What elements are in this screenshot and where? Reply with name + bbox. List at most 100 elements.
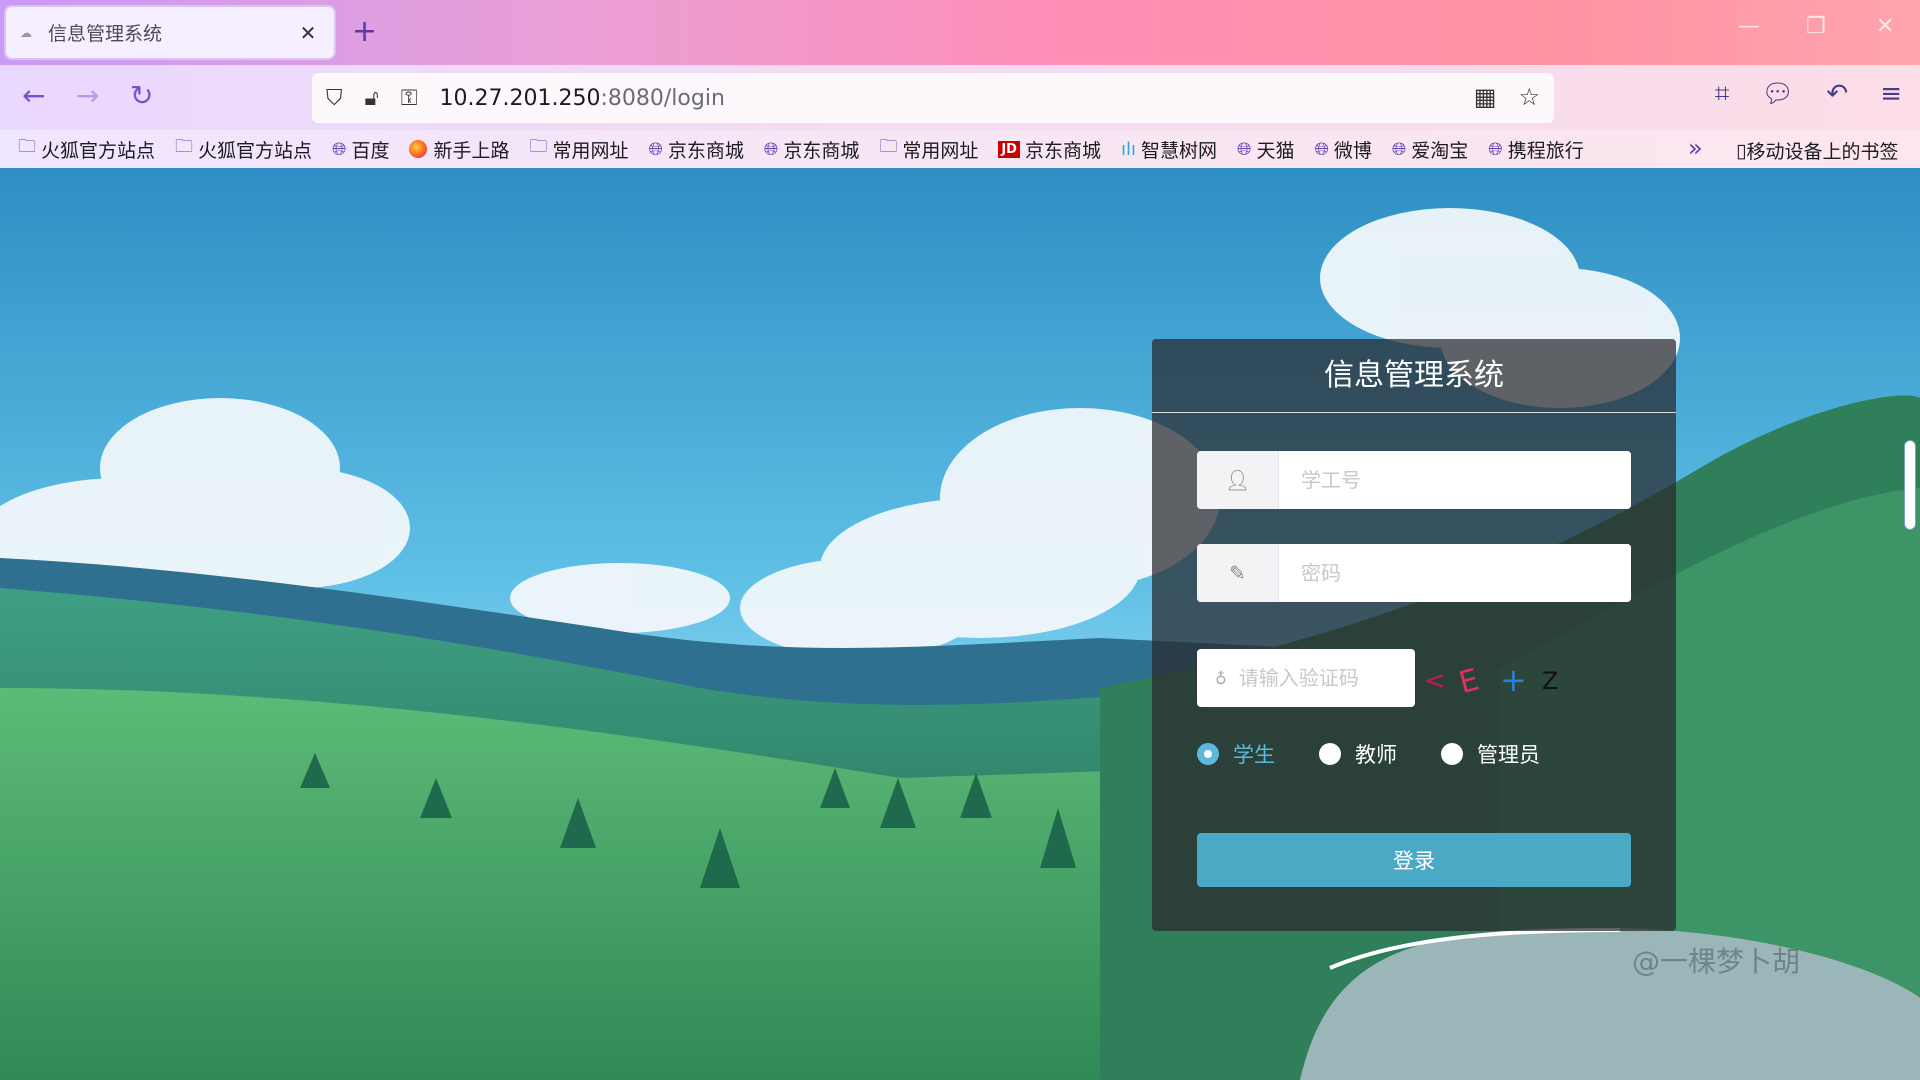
bookmark-item[interactable]: 🗀 常用网址 — [879, 134, 978, 164]
bookmark-item[interactable]: 🌐︎ 京东商城 — [648, 136, 743, 163]
captcha-char: Z — [1542, 667, 1558, 695]
browser-tab-active[interactable]: ☁ 信息管理系统 ✕ — [4, 5, 336, 60]
folder-icon: 🗀 — [175, 136, 194, 157]
bookmark-item[interactable]: 🌐︎ 爱淘宝 — [1392, 136, 1468, 163]
url-text[interactable]: 10.27.201.250:8080/login — [440, 86, 725, 111]
bookmark-item[interactable]: 🗀 火狐官方站点 — [175, 134, 312, 164]
captcha-char: + — [1500, 661, 1527, 699]
tab-title: 信息管理系统 — [48, 23, 163, 45]
bookmark-label: 京东商城 — [783, 139, 860, 162]
restore-icon[interactable]: ❐ — [1806, 14, 1826, 39]
bookmark-item[interactable]: 新手上路 — [409, 136, 509, 163]
url-path: :8080/login — [600, 85, 725, 111]
window-close-icon[interactable]: ✕ — [1876, 14, 1894, 39]
role-radio-admin[interactable]: 管理员 — [1441, 739, 1540, 769]
screenshot-crop-icon[interactable]: ⌗ — [1715, 79, 1730, 110]
zhihuishu-icon: ılı — [1121, 138, 1137, 160]
radio-dot[interactable] — [1441, 743, 1463, 765]
globe-icon: 🌐︎ — [1237, 138, 1252, 160]
user-icon: 👤︎ — [1197, 451, 1279, 509]
password-input[interactable] — [1279, 544, 1631, 602]
undo-arrow-icon[interactable]: ↶ — [1826, 79, 1848, 110]
bookmark-item[interactable]: 🌐︎ 天猫 — [1237, 136, 1294, 163]
radio-dot[interactable] — [1197, 743, 1219, 765]
login-button[interactable]: 登录 — [1197, 833, 1631, 887]
role-label: 教师 — [1355, 743, 1397, 767]
browser-navbar: ← → ↻ ⛉ 🔓︎ ⚿ 10.27.201.250:8080/login ▦ … — [0, 65, 1920, 130]
shield-icon[interactable]: ⛉ — [326, 86, 343, 111]
bookmark-item[interactable]: 🗀 火狐官方站点 — [18, 134, 155, 164]
hamburger-menu-icon[interactable]: ≡ — [1880, 79, 1902, 110]
login-panel: 信息管理系统 👤︎ ✎ ♁ < E + Z 学生 教师 — [1152, 339, 1676, 931]
address-bar[interactable]: ⛉ 🔓︎ ⚿ 10.27.201.250:8080/login ▦ ☆ — [312, 73, 1554, 123]
bookmark-label: 火狐官方站点 — [41, 139, 156, 162]
bookmark-label: 京东商城 — [1024, 139, 1101, 162]
globe-icon: 🌐︎ — [1314, 138, 1329, 160]
username-input[interactable] — [1279, 451, 1631, 509]
chat-bubble-icon[interactable]: 💬︎ — [1761, 79, 1794, 110]
globe-icon: 🌐︎ — [332, 138, 347, 160]
bookmark-item[interactable]: 🌐︎ 百度 — [332, 136, 389, 163]
bookmark-star-icon[interactable]: ☆ — [1518, 83, 1540, 111]
page-favicon-icon: ☁ — [20, 25, 32, 40]
captcha-char: E — [1455, 662, 1482, 701]
bookmark-item[interactable]: 🌐︎ 携程旅行 — [1488, 136, 1583, 163]
password-field: ✎ — [1197, 544, 1631, 602]
url-host: 10.27.201.250 — [439, 85, 601, 111]
mobile-bookmarks-label: 移动设备上的书签 — [1746, 141, 1899, 163]
bookmark-label: 京东商城 — [667, 139, 744, 162]
bookmarks-overflow-chevron-icon[interactable]: » — [1688, 134, 1703, 162]
jd-icon: JD — [998, 140, 1020, 158]
login-page: 信息管理系统 👤︎ ✎ ♁ < E + Z 学生 教师 — [0, 168, 1920, 1080]
bookmark-item[interactable]: 🌐︎ 京东商城 — [764, 136, 859, 163]
role-radio-teacher[interactable]: 教师 — [1319, 739, 1397, 769]
role-label: 学生 — [1233, 743, 1275, 767]
back-arrow-icon[interactable]: ← — [22, 79, 45, 112]
bookmark-item[interactable]: JD 京东商城 — [998, 136, 1101, 163]
pen-icon: ✎ — [1197, 544, 1279, 602]
bookmark-label: 百度 — [351, 139, 390, 162]
bookmark-item[interactable]: 🌐︎ 微博 — [1314, 136, 1371, 163]
bookmark-label: 智慧树网 — [1141, 139, 1218, 162]
globe-icon: 🌐︎ — [1488, 138, 1503, 160]
captcha-input[interactable] — [1238, 666, 1399, 690]
mobile-device-icon: ▯ — [1736, 139, 1747, 162]
bookmark-label: 携程旅行 — [1507, 139, 1584, 162]
qr-code-icon[interactable]: ▦ — [1474, 83, 1497, 111]
role-label: 管理员 — [1477, 743, 1540, 767]
captcha-image[interactable]: < E + Z — [1420, 649, 1570, 707]
firefox-icon — [409, 140, 428, 158]
browser-titlebar: ☁ 信息管理系统 ✕ + — ❐ ✕ — [0, 0, 1920, 65]
role-radio-student[interactable]: 学生 — [1197, 739, 1275, 769]
captcha-field: ♁ — [1197, 649, 1415, 707]
folder-icon: 🗀 — [18, 136, 36, 157]
globe-icon: 🌐︎ — [648, 138, 663, 160]
bookmark-item[interactable]: 🗀 常用网址 — [529, 134, 628, 164]
bookmark-item[interactable]: ılı 智慧树网 — [1121, 136, 1217, 163]
folder-icon: 🗀 — [529, 136, 548, 157]
tab-close-icon[interactable]: ✕ — [296, 21, 320, 45]
bookmark-label: 爱淘宝 — [1411, 139, 1469, 162]
folder-icon: 🗀 — [879, 136, 898, 157]
reload-icon[interactable]: ↻ — [130, 79, 153, 112]
minimize-icon[interactable]: — — [1738, 14, 1760, 39]
bookmark-label: 火狐官方站点 — [198, 139, 313, 162]
captcha-char: < — [1424, 666, 1446, 696]
globe-icon: 🌐︎ — [1391, 138, 1407, 160]
insecure-lock-icon[interactable]: 🔓︎ — [365, 86, 379, 111]
login-title: 信息管理系统 — [1152, 339, 1676, 413]
username-field: 👤︎ — [1197, 451, 1631, 509]
bookmark-label: 新手上路 — [433, 139, 510, 162]
new-tab-plus-icon[interactable]: + — [352, 14, 377, 49]
key-icon[interactable]: ⚿ — [401, 86, 418, 111]
radio-dot[interactable] — [1319, 743, 1341, 765]
page-scrollbar[interactable] — [1904, 440, 1916, 530]
role-radio-group: 学生 教师 管理员 — [1197, 739, 1584, 769]
bookmark-label: 微博 — [1333, 139, 1372, 162]
forward-arrow-icon[interactable]: → — [76, 79, 99, 112]
mobile-bookmarks-link[interactable]: ▯ 移动设备上的书签 — [1736, 137, 1898, 164]
globe-icon: 🌐︎ — [763, 138, 779, 160]
captcha-key-icon: ♁ — [1215, 668, 1227, 688]
watermark: @一棵梦卜胡 — [1632, 945, 1801, 978]
bookmarks-bar: 🗀 火狐官方站点 🗀 火狐官方站点 🌐︎ 百度 新手上路 🗀 常用网址 🌐︎ 京东商城 🌐… — [0, 130, 1920, 168]
